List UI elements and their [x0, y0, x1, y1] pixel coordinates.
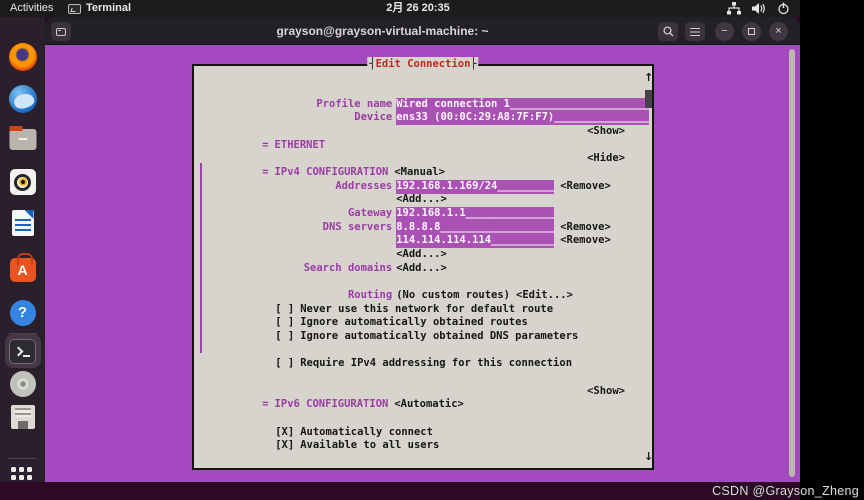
- device-label: Device: [262, 111, 392, 125]
- section-bullet: =: [262, 139, 268, 151]
- files-icon: [9, 129, 36, 150]
- ubuntu-software-icon: A: [10, 258, 36, 282]
- maximize-button[interactable]: [742, 22, 761, 41]
- section-bullet: =: [262, 398, 268, 410]
- system-tray[interactable]: [727, 0, 790, 17]
- ipv6-mode-select[interactable]: <Automatic>: [394, 398, 464, 410]
- dock-separator: [8, 458, 37, 459]
- menu-button[interactable]: [685, 22, 705, 41]
- dialog-scrollbar-thumb[interactable]: [645, 90, 652, 108]
- minimize-icon: −: [721, 26, 727, 37]
- scroll-up-icon[interactable]: ↑: [644, 71, 654, 85]
- dialog-title-text: Edit Connection: [376, 58, 471, 70]
- close-button[interactable]: ×: [769, 22, 788, 41]
- new-tab-button[interactable]: [51, 22, 71, 41]
- ethernet-section-row: =ETHERNET<Show>: [199, 125, 647, 139]
- rhythmbox-icon: [10, 169, 36, 195]
- checkbox-row-require-ipv4[interactable]: [ ]Require IPv4 addressing for this conn…: [212, 344, 647, 358]
- checkbox-label: Available to all users: [300, 439, 439, 451]
- search-domains-row: Search domains<Add...>: [199, 248, 647, 262]
- help-icon: ?: [10, 300, 36, 326]
- ipv4-hide-button[interactable]: <Hide>: [587, 152, 625, 166]
- cd-disc-icon: [10, 371, 36, 397]
- scroll-down-icon[interactable]: ↓: [644, 450, 654, 464]
- ipv6-section-label: IPv6 CONFIGURATION: [275, 398, 389, 410]
- terminal-bottom-gap: [0, 482, 800, 500]
- volume-icon: [752, 2, 766, 15]
- checkbox-row-all-users[interactable]: [X]Available to all users: [212, 426, 647, 440]
- checkbox[interactable]: [X]: [275, 439, 294, 451]
- clock[interactable]: 2月 26 20:35: [386, 0, 450, 17]
- ipv6-show-button[interactable]: <Show>: [587, 385, 625, 399]
- search-icon: [663, 26, 674, 37]
- dock-item-ubuntu-software[interactable]: A: [10, 254, 36, 282]
- checkbox-row-ignore-dns[interactable]: [ ]Ignore automatically obtained DNS par…: [212, 316, 647, 330]
- dock: A ?: [0, 17, 45, 484]
- maximize-icon: [748, 28, 755, 35]
- routing-row: Routing(No custom routes)<Edit...>: [199, 275, 647, 289]
- terminal-titlebar[interactable]: grayson@grayson-virtual-machine: ~ − ×: [45, 17, 800, 45]
- libreoffice-writer-icon: [12, 210, 34, 236]
- edit-connection-dialog: ┤Edit Connection├ Profile nameWired conn…: [192, 64, 654, 470]
- hamburger-icon: [690, 28, 700, 36]
- focused-app-label: Terminal: [86, 0, 131, 17]
- close-icon: ×: [775, 26, 781, 37]
- terminal-content[interactable]: ┤Edit Connection├ Profile nameWired conn…: [45, 45, 800, 482]
- checkbox-row-never-default-route[interactable]: [ ]Never use this network for default ro…: [212, 289, 647, 303]
- ipv6-section-row: =IPv6 CONFIGURATION<Automatic><Show>: [199, 385, 647, 399]
- ethernet-show-button[interactable]: <Show>: [587, 125, 625, 139]
- dns-row-2: 114.114.114.114__________<Remove>: [199, 221, 647, 235]
- checkbox-label: Require IPv4 addressing for this connect…: [300, 357, 572, 369]
- addresses-row: Addresses192.168.1.169/24_________<Remov…: [199, 166, 647, 180]
- checkbox-row-auto-connect[interactable]: [X]Automatically connect: [212, 412, 647, 426]
- terminal-icon: [9, 339, 36, 364]
- checkbox[interactable]: [ ]: [275, 330, 294, 342]
- gateway-row: Gateway192.168.1.1______________: [199, 193, 647, 207]
- dock-item-rhythmbox[interactable]: [10, 169, 36, 195]
- checkbox[interactable]: [ ]: [275, 357, 294, 369]
- firefox-icon: [9, 43, 37, 71]
- floppy-disk-icon: [11, 405, 35, 429]
- network-icon: [727, 2, 741, 15]
- dialog-title: ┤Edit Connection├: [367, 57, 478, 71]
- window-glyph-icon: [56, 28, 66, 36]
- border-tick-right: ├: [470, 58, 476, 70]
- window-title: grayson@grayson-virtual-machine: ~: [165, 17, 600, 45]
- gnome-top-bar: Activities Terminal 2月 26 20:35: [0, 0, 800, 17]
- dock-item-terminal-active[interactable]: [5, 334, 41, 368]
- dock-item-thunderbird[interactable]: [9, 85, 37, 113]
- dock-item-help[interactable]: ?: [10, 300, 36, 326]
- profile-name-row: Profile nameWired connection 1__________…: [199, 84, 647, 98]
- dock-item-libreoffice-writer[interactable]: [12, 210, 34, 236]
- ethernet-section-label: ETHERNET: [275, 139, 326, 151]
- device-input[interactable]: ens33 (00:0C:29:A8:7F:F7)_______________: [396, 111, 649, 125]
- focused-app-menu[interactable]: Terminal: [68, 0, 131, 17]
- address-add-row: <Add...>: [199, 180, 647, 194]
- vm-screen: Activities Terminal 2月 26 20:35: [0, 0, 800, 500]
- thunderbird-icon: [9, 85, 37, 113]
- dock-item-files[interactable]: [9, 129, 36, 150]
- desktop-screenshot: Activities Terminal 2月 26 20:35: [0, 0, 864, 500]
- activities-button[interactable]: Activities: [10, 0, 53, 17]
- terminal-scrollbar[interactable]: [789, 49, 795, 477]
- device-row: Deviceens33 (00:0C:29:A8:7F:F7)_________…: [199, 98, 647, 112]
- power-icon: [777, 2, 790, 15]
- active-app-highlight: [5, 334, 41, 368]
- minimize-button[interactable]: −: [715, 22, 734, 41]
- csdn-watermark: CSDN @Grayson_Zheng: [712, 484, 859, 498]
- checkbox-label: Ignore automatically obtained DNS parame…: [300, 330, 578, 342]
- ipv4-section-row: =IPv4 CONFIGURATION<Manual><Hide>: [199, 152, 647, 166]
- search-domains-add-button[interactable]: <Add...>: [396, 262, 447, 274]
- search-button[interactable]: [658, 22, 678, 41]
- dock-item-firefox[interactable]: [9, 43, 37, 71]
- dns-add-row: <Add...>: [199, 234, 647, 248]
- dock-item-floppy-drive[interactable]: [11, 405, 35, 429]
- dock-item-cd-drive[interactable]: [10, 371, 36, 397]
- terminal-app-icon: [68, 4, 81, 14]
- search-domains-label: Search domains: [262, 262, 392, 276]
- dns-row-1: DNS servers8.8.8.8__________________<Rem…: [199, 207, 647, 221]
- checkbox-row-ignore-routes[interactable]: [ ]Ignore automatically obtained routes: [212, 303, 647, 317]
